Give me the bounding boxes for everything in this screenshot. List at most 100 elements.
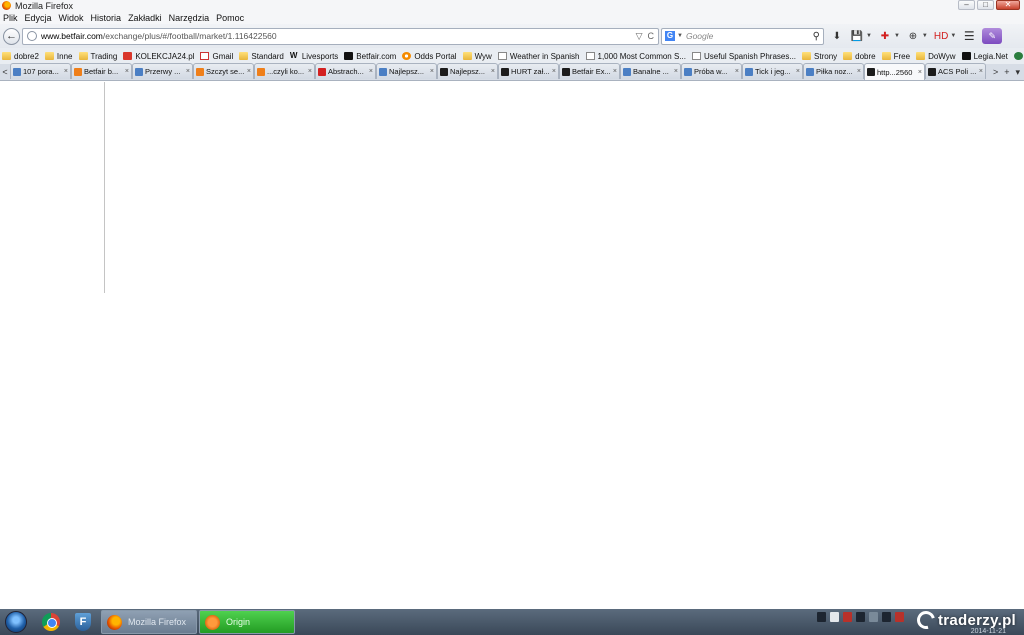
- url-text[interactable]: www.betfair.com/exchange/plus/#/football…: [41, 31, 277, 41]
- bookmark-item[interactable]: Strony: [802, 52, 837, 61]
- tab[interactable]: Betfair Ex... ×: [559, 63, 620, 79]
- bookmark-item[interactable]: Inne: [44, 52, 73, 61]
- bookmark-item[interactable]: W Livesports: [290, 52, 338, 61]
- tab-close-icon[interactable]: ×: [918, 69, 922, 76]
- tab[interactable]: Abstrach... ×: [315, 63, 376, 79]
- tab[interactable]: Szczyt se... ×: [193, 63, 254, 79]
- bookmark-item[interactable]: Legia.Net: [961, 52, 1008, 61]
- bookmark-item[interactable]: Useful Spanish Phrases...: [691, 52, 796, 61]
- tab-close-icon[interactable]: ×: [369, 68, 373, 75]
- tab-close-icon[interactable]: ×: [64, 68, 68, 75]
- tab[interactable]: Piłka noz... ×: [803, 63, 864, 79]
- tab[interactable]: Betfair b... ×: [71, 63, 132, 79]
- maximize-button[interactable]: □: [977, 0, 994, 10]
- menu-widok[interactable]: Widok: [59, 13, 84, 23]
- history-dropdown-icon[interactable]: ▽: [636, 31, 643, 42]
- menu-narzedzia[interactable]: Narzędzia: [169, 13, 210, 23]
- tray-icon[interactable]: [817, 612, 826, 622]
- tab[interactable]: ...czyli ko... ×: [254, 63, 315, 79]
- tab[interactable]: Banalne ... ×: [620, 63, 681, 79]
- bookmark-item[interactable]: Legia Warszawa: [1013, 52, 1024, 61]
- menu-plik[interactable]: Plik: [3, 13, 18, 23]
- addon-globe-icon[interactable]: ⊕: [906, 28, 920, 45]
- tab-close-icon[interactable]: ×: [552, 68, 556, 75]
- tab-active[interactable]: http...2560 ×: [864, 63, 925, 80]
- chrome-taskbar-pin[interactable]: [37, 610, 65, 634]
- tab-close-icon[interactable]: ×: [735, 68, 739, 75]
- tab[interactable]: HURT zał... ×: [498, 63, 559, 79]
- addon-icon[interactable]: ✚: [878, 28, 892, 45]
- save-dropdown-icon[interactable]: ▼: [866, 33, 872, 39]
- download-icon[interactable]: ⬇: [830, 28, 844, 45]
- bookmark-item[interactable]: Gmail: [200, 52, 233, 61]
- tab-close-icon[interactable]: ×: [857, 68, 861, 75]
- new-tab-icon[interactable]: +: [1004, 67, 1009, 77]
- tab-close-icon[interactable]: ×: [613, 68, 617, 75]
- addon-dropdown-icon[interactable]: ▼: [894, 33, 900, 39]
- bookmark-item[interactable]: Standard: [239, 52, 284, 61]
- addon-globe-dropdown-icon[interactable]: ▼: [922, 33, 928, 39]
- taskbar-task-firefox[interactable]: Mozilla Firefox: [101, 610, 197, 634]
- close-button[interactable]: ✕: [996, 0, 1020, 10]
- tab-favicon-icon: [806, 67, 814, 76]
- tab[interactable]: Tick i jeg... ×: [742, 63, 803, 79]
- tab-close-icon[interactable]: ×: [308, 68, 312, 75]
- bookmark-item[interactable]: 1,000 Most Common S...: [585, 52, 686, 61]
- tab[interactable]: 107 pora... ×: [10, 63, 71, 79]
- bookmark-item[interactable]: Odds Portal: [402, 52, 457, 61]
- menu-edycja[interactable]: Edycja: [25, 13, 52, 23]
- url-bar[interactable]: www.betfair.com/exchange/plus/#/football…: [22, 27, 659, 45]
- back-button[interactable]: ←: [3, 27, 20, 45]
- bookmark-item[interactable]: dobre2: [2, 52, 39, 61]
- tab[interactable]: Przerwy ... ×: [132, 63, 193, 79]
- tab[interactable]: Najlepsz... ×: [437, 63, 498, 79]
- hamburger-menu-icon[interactable]: ☰: [962, 28, 976, 45]
- tab-scroll-left-icon[interactable]: <: [0, 64, 10, 80]
- search-icon[interactable]: ⚲: [813, 31, 820, 42]
- site-identity-icon[interactable]: [27, 31, 37, 41]
- hd-dropdown-icon[interactable]: ▼: [950, 33, 956, 39]
- bookmark-item[interactable]: dobre: [843, 52, 876, 61]
- tab[interactable]: Próba w... ×: [681, 63, 742, 79]
- google-engine-icon[interactable]: G: [665, 31, 675, 41]
- menu-zakladki[interactable]: Zakładki: [128, 13, 162, 23]
- menu-historia[interactable]: Historia: [91, 13, 122, 23]
- tray-icon[interactable]: [869, 612, 878, 622]
- tray-icon[interactable]: [830, 612, 839, 622]
- menu-pomoc[interactable]: Pomoc: [216, 13, 244, 23]
- list-all-tabs-icon[interactable]: ▾: [1015, 67, 1020, 78]
- reload-icon[interactable]: C: [648, 31, 655, 42]
- taskbar-task-origin[interactable]: Origin: [199, 610, 295, 634]
- tray-icon[interactable]: [843, 612, 852, 622]
- tab-close-icon[interactable]: ×: [491, 68, 495, 75]
- tab[interactable]: Najlepsz... ×: [376, 63, 437, 79]
- bookmark-item[interactable]: Free: [881, 52, 910, 61]
- search-bar[interactable]: G ▼ Google ⚲: [661, 27, 824, 45]
- tab-close-icon[interactable]: ×: [430, 68, 434, 75]
- tab-close-icon[interactable]: ×: [186, 68, 190, 75]
- start-button[interactable]: [5, 611, 27, 633]
- minimize-button[interactable]: –: [958, 0, 975, 10]
- tray-icon[interactable]: [856, 612, 865, 622]
- hd-icon[interactable]: HD: [934, 28, 948, 45]
- pencil-icon[interactable]: ✎: [982, 28, 1003, 44]
- search-input[interactable]: Google: [686, 31, 713, 41]
- f-app-taskbar-pin[interactable]: F: [69, 610, 97, 634]
- bookmark-item[interactable]: Trading: [78, 52, 117, 61]
- bookmark-item[interactable]: Betfair.com: [344, 52, 396, 61]
- save-icon[interactable]: 💾: [850, 28, 864, 45]
- tab[interactable]: ACS Poli ... ×: [925, 63, 986, 79]
- bookmark-item[interactable]: Weather in Spanish: [497, 52, 580, 61]
- tab-scroll-right-icon[interactable]: >: [993, 67, 998, 77]
- bookmark-item[interactable]: DoWyw: [916, 52, 956, 61]
- tab-close-icon[interactable]: ×: [674, 68, 678, 75]
- bookmark-item[interactable]: Wyw: [462, 52, 492, 61]
- tab-close-icon[interactable]: ×: [979, 68, 983, 75]
- tray-icon[interactable]: [895, 612, 904, 622]
- bookmark-item[interactable]: KOLEKCJA24.pl: [123, 52, 194, 61]
- tab-close-icon[interactable]: ×: [247, 68, 251, 75]
- tray-icon[interactable]: [882, 612, 891, 622]
- tab-close-icon[interactable]: ×: [796, 68, 800, 75]
- tab-close-icon[interactable]: ×: [125, 68, 129, 75]
- engine-dropdown-icon[interactable]: ▼: [677, 33, 683, 39]
